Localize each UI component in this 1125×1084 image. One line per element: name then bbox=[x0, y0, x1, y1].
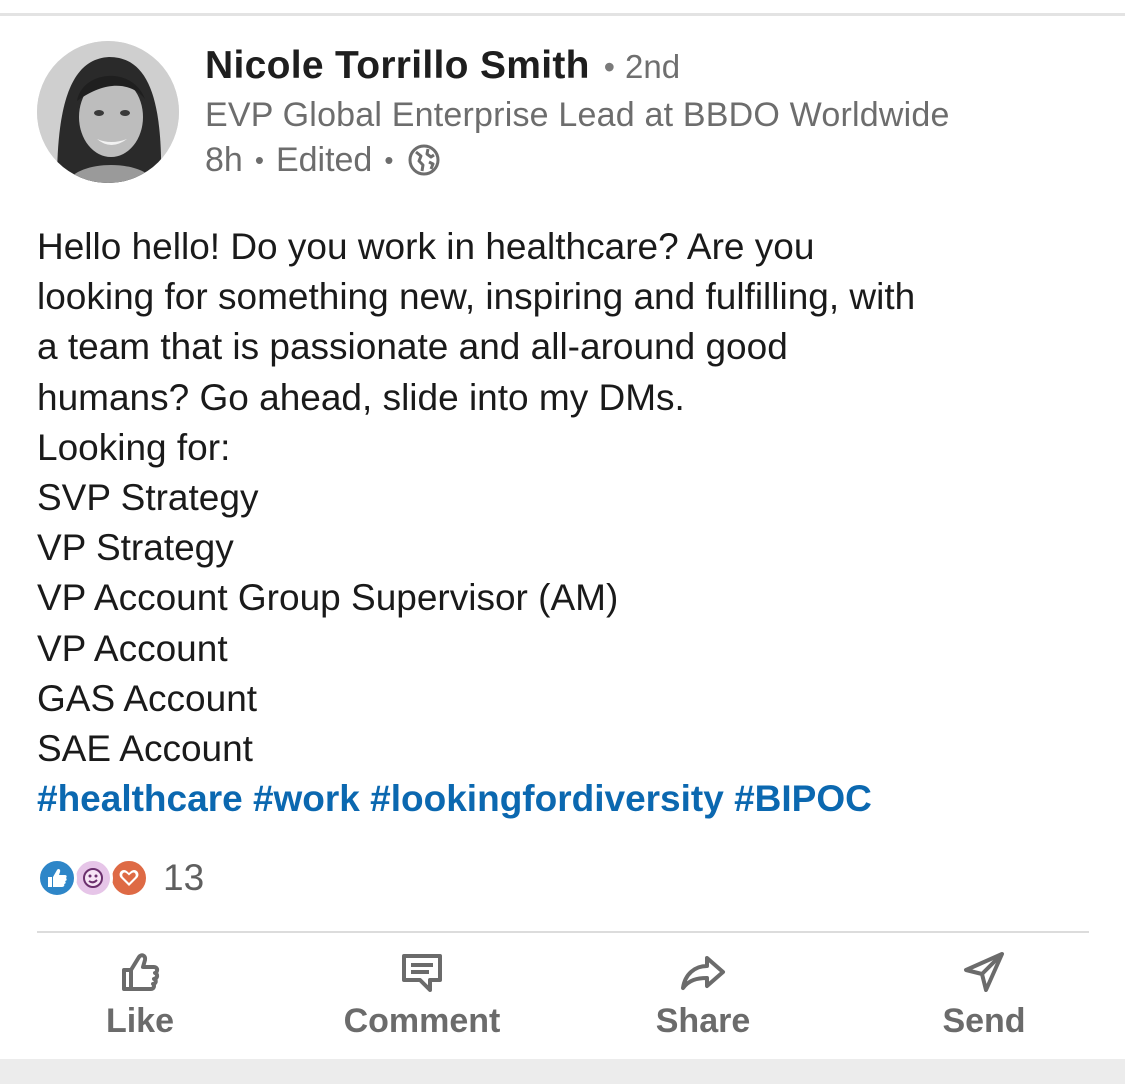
share-label: Share bbox=[655, 1002, 751, 1040]
share-button[interactable]: Share bbox=[593, 948, 813, 1048]
share-arrow-icon bbox=[681, 956, 725, 990]
post-line: looking for something new, inspiring and… bbox=[37, 276, 916, 318]
reactions-summary[interactable]: 13 bbox=[37, 856, 204, 900]
hashtag-link[interactable]: #work bbox=[253, 778, 360, 819]
action-divider bbox=[37, 931, 1089, 933]
post-line: humans? Go ahead, slide into my DMs. bbox=[37, 376, 685, 418]
avatar-photo bbox=[37, 41, 179, 183]
connection-degree: 2nd bbox=[624, 48, 681, 85]
author-avatar[interactable] bbox=[37, 41, 179, 183]
hashtag-link[interactable]: #healthcare bbox=[37, 778, 243, 819]
post-meta: 8h • Edited • bbox=[205, 139, 441, 181]
separator-dot: • bbox=[603, 49, 615, 85]
role-item: SVP Strategy bbox=[37, 477, 259, 519]
role-item: SAE Account bbox=[37, 728, 253, 770]
edited-label: Edited bbox=[275, 140, 373, 179]
post-time: 8h bbox=[205, 140, 243, 179]
separator-dot: • bbox=[254, 144, 264, 175]
post-line: Hello hello! Do you work in healthcare? … bbox=[37, 226, 815, 267]
comment-icon bbox=[402, 954, 442, 992]
like-reaction-icon bbox=[37, 858, 77, 898]
globe-icon bbox=[407, 143, 441, 177]
separator-dot: • bbox=[384, 144, 394, 175]
curious-reaction-icon bbox=[73, 858, 113, 898]
hashtag-link[interactable]: #BIPOC bbox=[734, 778, 872, 819]
post-action-bar: Like Comment Share Send bbox=[0, 948, 1125, 1048]
role-item: VP Strategy bbox=[37, 527, 234, 569]
send-icon bbox=[964, 952, 1004, 992]
hashtag-link[interactable]: #lookingfordiversity bbox=[370, 778, 724, 819]
like-button[interactable]: Like bbox=[30, 948, 250, 1048]
like-label: Like bbox=[105, 1002, 175, 1040]
comment-button[interactable]: Comment bbox=[312, 948, 532, 1048]
post-line: a team that is passionate and all-around… bbox=[37, 326, 788, 368]
send-label: Send bbox=[942, 1002, 1026, 1040]
thumbs-up-icon bbox=[122, 953, 160, 991]
send-button[interactable]: Send bbox=[874, 948, 1094, 1048]
hashtag-list: #healthcare #work #lookingfordiversity #… bbox=[37, 774, 1107, 824]
reaction-count: 13 bbox=[163, 857, 205, 898]
feed-separator bbox=[0, 1059, 1125, 1084]
role-item: GAS Account bbox=[37, 677, 258, 719]
author-headline: EVP Global Enterprise Lead at BBDO World… bbox=[205, 96, 950, 134]
role-item: VP Account bbox=[37, 627, 228, 669]
author-name[interactable]: Nicole Torrillo Smith bbox=[205, 44, 590, 88]
looking-for-label: Looking for: bbox=[37, 426, 231, 468]
role-item: VP Account Group Supervisor (AM) bbox=[37, 577, 619, 619]
love-reaction-icon bbox=[109, 858, 149, 898]
post-text: Hello hello! Do you work in healthcare? … bbox=[37, 222, 1107, 824]
top-divider bbox=[0, 13, 1125, 16]
comment-label: Comment bbox=[343, 1002, 501, 1040]
author-name-line: Nicole Torrillo Smith • 2nd bbox=[205, 44, 680, 94]
